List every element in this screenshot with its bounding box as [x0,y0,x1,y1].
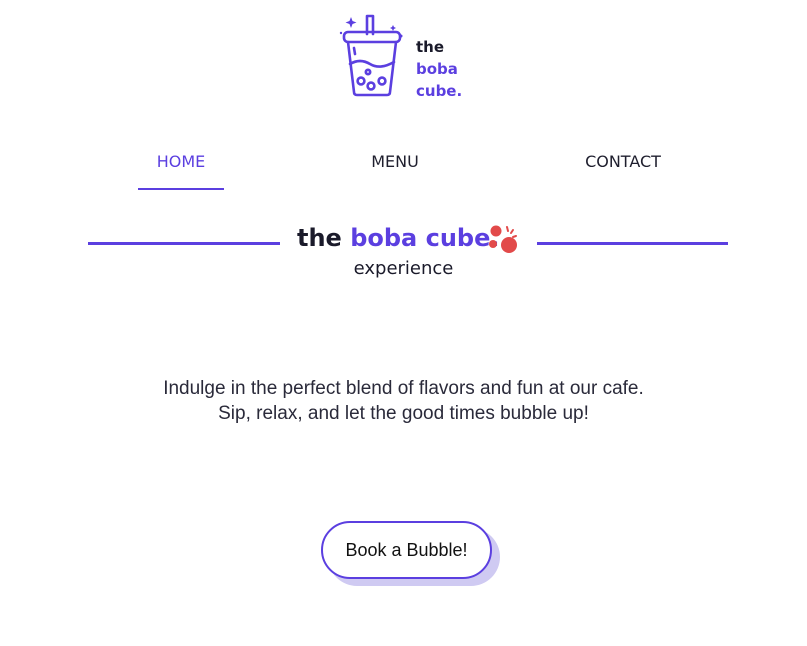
nav-item-menu[interactable]: MENU [369,150,421,190]
heading-divider-right [537,242,728,245]
hero-title: the boba cube. [297,224,500,252]
logo-word-the: the [416,38,445,56]
site-logo[interactable]: the boba cube. [336,14,462,102]
hero-title-brand: boba cube. [350,224,500,252]
main-navigation: HOME MENU CONTACT [0,150,807,194]
tagline-line-1: Indulge in the perfect blend of flavors … [163,378,644,399]
boba-bubbles-icon [487,222,523,263]
nav-item-contact[interactable]: CONTACT [583,150,663,190]
hero-heading: the boba cube. [88,222,728,262]
heading-divider-left [88,242,280,245]
boba-cup-icon [336,14,410,98]
nav-item-home[interactable]: HOME [138,150,224,190]
logo-wordmark: the boba cube. [416,36,462,102]
tagline-line-2: Sip, relax, and let the good times bubbl… [218,403,589,424]
book-a-bubble-button[interactable]: Book a Bubble! [321,521,492,579]
logo-word-boba: boba [416,60,458,78]
hero-tagline: Indulge in the perfect blend of flavors … [0,376,807,426]
logo-word-cube: cube. [416,82,463,100]
hero-title-the: the [297,224,351,252]
hero-subtitle: experience [353,258,454,279]
